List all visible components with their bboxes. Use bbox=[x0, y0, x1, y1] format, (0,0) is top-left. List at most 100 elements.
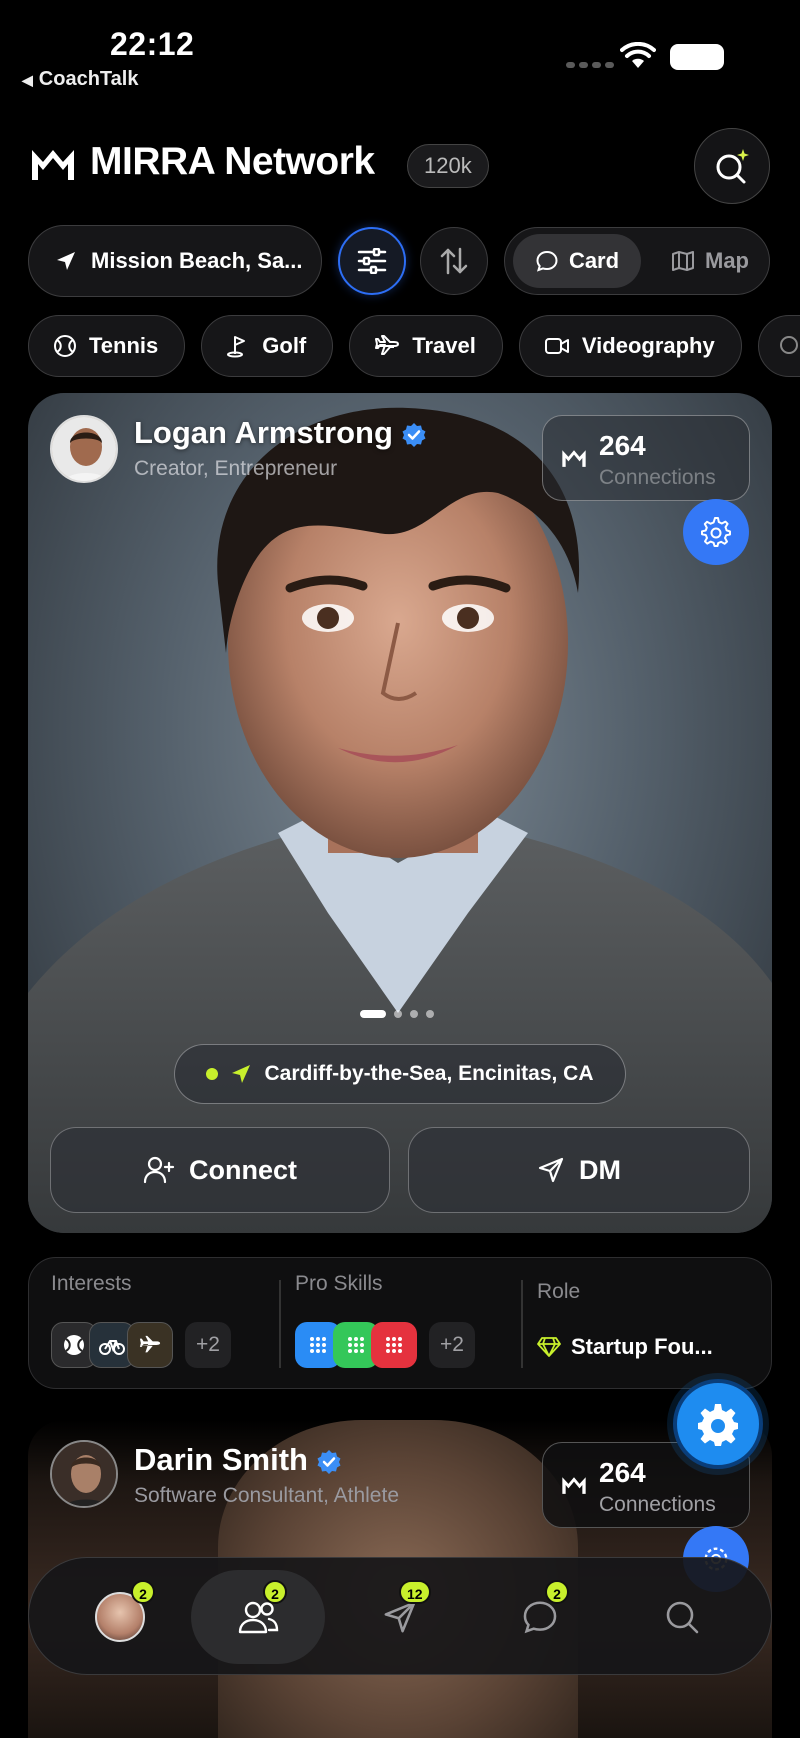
role-section: Role bbox=[537, 1280, 580, 1304]
interests-label: Interests bbox=[51, 1272, 132, 1295]
chip-golf[interactable]: Golf bbox=[201, 315, 334, 377]
diamond-icon bbox=[537, 1337, 561, 1357]
chip-label: Tennis bbox=[89, 333, 159, 358]
back-to-app-link[interactable]: ◀ CoachTalk bbox=[22, 68, 138, 91]
tab-people[interactable]: 2 bbox=[191, 1570, 325, 1664]
skills-label: Pro Skills bbox=[295, 1272, 383, 1295]
network-count-badge: 120k bbox=[407, 144, 489, 188]
chip-travel[interactable]: Travel bbox=[349, 315, 503, 377]
search-icon bbox=[666, 1601, 699, 1634]
verified-badge-icon bbox=[402, 422, 426, 447]
video-camera-icon bbox=[544, 338, 569, 354]
chat-bubble-icon bbox=[536, 250, 558, 272]
card-view-button[interactable]: Card bbox=[513, 234, 641, 288]
interest-chips: Tennis Golf Travel Videography bbox=[28, 315, 800, 377]
connections-count: 264 bbox=[599, 1457, 646, 1488]
map-view-button[interactable]: Map bbox=[657, 234, 763, 288]
view-toggle: Card Map bbox=[504, 227, 770, 295]
back-app-label: CoachTalk bbox=[38, 68, 139, 90]
profile-subtitle: Software Consultant, Athlete bbox=[134, 1484, 399, 1507]
chip-label: Golf bbox=[262, 333, 307, 358]
wifi-icon bbox=[620, 42, 656, 68]
notification-badge: 12 bbox=[399, 1580, 431, 1604]
people-icon bbox=[238, 1601, 279, 1634]
profile-settings-button[interactable] bbox=[683, 499, 749, 565]
card-view-label: Card bbox=[568, 248, 620, 273]
connections-label: Connections bbox=[599, 466, 716, 489]
sliders-icon bbox=[357, 248, 387, 274]
profile-subtitle: Creator, Entrepreneur bbox=[134, 457, 338, 480]
floating-settings-button[interactable] bbox=[673, 1379, 763, 1469]
send-icon bbox=[538, 1157, 564, 1183]
airplane-icon bbox=[375, 335, 400, 355]
interests-section: Interests bbox=[51, 1272, 132, 1296]
sort-arrows-icon bbox=[440, 247, 468, 275]
pager-dot bbox=[410, 1010, 418, 1018]
sort-button[interactable] bbox=[420, 227, 488, 295]
map-icon bbox=[672, 251, 694, 271]
airplane-icon bbox=[127, 1322, 173, 1368]
golf-flag-icon bbox=[227, 336, 246, 358]
gear-icon bbox=[698, 1404, 738, 1446]
tab-search[interactable] bbox=[615, 1570, 749, 1664]
location-arrow-icon bbox=[57, 252, 75, 270]
role-value[interactable]: Startup Fou... bbox=[537, 1334, 713, 1360]
tab-send[interactable]: 12 bbox=[333, 1570, 467, 1664]
location-selector[interactable]: Mission Beach, Sa... bbox=[28, 225, 322, 297]
chip-label: Travel bbox=[412, 333, 476, 358]
dm-label: DM bbox=[579, 1154, 621, 1185]
mirra-logo-icon bbox=[562, 1477, 586, 1494]
profile-name-text: Darin Smith bbox=[134, 1442, 308, 1477]
profile-photo bbox=[28, 407, 772, 1233]
status-bar: 22:12 ◀ CoachTalk bbox=[0, 0, 800, 100]
connect-button[interactable]: Connect bbox=[50, 1127, 390, 1213]
connect-label: Connect bbox=[189, 1154, 297, 1185]
role-label: Role bbox=[537, 1280, 581, 1303]
profile-name-text: Logan Armstrong bbox=[134, 415, 393, 450]
battery-icon bbox=[670, 44, 724, 70]
map-view-label: Map bbox=[705, 248, 749, 273]
interests-more[interactable]: +2 bbox=[185, 1322, 231, 1368]
chip-more[interactable] bbox=[757, 315, 800, 377]
grid-icon bbox=[371, 1322, 417, 1368]
location-label: Mission Beach, Sa... bbox=[91, 248, 303, 273]
tab-profile[interactable]: 2 bbox=[53, 1570, 187, 1664]
status-time: 22:12 bbox=[110, 26, 195, 62]
photo-pager[interactable] bbox=[360, 1010, 434, 1018]
chip-tennis[interactable]: Tennis bbox=[28, 315, 186, 377]
interests-icons[interactable]: +2 bbox=[51, 1322, 231, 1368]
tab-bar: 2 2 12 2 bbox=[28, 1557, 772, 1675]
filter-button[interactable] bbox=[338, 227, 406, 295]
brand-title: MIRRA Network bbox=[90, 140, 375, 183]
profile-name: Darin Smith bbox=[134, 1442, 342, 1478]
chip-label: Videography bbox=[581, 333, 715, 358]
location-pill[interactable]: Cardiff-by-the-Sea, Encinitas, CA bbox=[174, 1044, 626, 1104]
pager-dot bbox=[426, 1010, 434, 1018]
profile-info-strip: Interests +2 Pro Skills +2 Role Startup … bbox=[28, 1257, 772, 1389]
profile-name: Logan Armstrong bbox=[134, 415, 427, 451]
profile-location: Cardiff-by-the-Sea, Encinitas, CA bbox=[264, 1062, 594, 1085]
add-user-icon bbox=[143, 1156, 175, 1184]
skills-section: Pro Skills bbox=[295, 1272, 383, 1296]
connections-box[interactable]: 264 Connections bbox=[542, 415, 750, 501]
signal-icon bbox=[566, 62, 614, 68]
gear-icon bbox=[701, 517, 731, 547]
avatar[interactable] bbox=[50, 1440, 118, 1508]
tab-chat[interactable]: 2 bbox=[473, 1570, 607, 1664]
notification-badge: 2 bbox=[263, 1580, 287, 1604]
verified-badge-icon bbox=[317, 1449, 341, 1474]
connections-count: 264 bbox=[599, 430, 646, 461]
ai-search-button[interactable] bbox=[694, 128, 770, 204]
connections-label: Connections bbox=[599, 1493, 716, 1516]
avatar[interactable] bbox=[50, 415, 118, 483]
chip-videography[interactable]: Videography bbox=[518, 315, 742, 377]
skills-more[interactable]: +2 bbox=[429, 1322, 475, 1368]
profile-card[interactable]: Logan Armstrong Creator, Entrepreneur 26… bbox=[28, 393, 772, 1233]
notification-badge: 2 bbox=[545, 1580, 569, 1604]
dm-button[interactable]: DM bbox=[408, 1127, 750, 1213]
skills-icons[interactable]: +2 bbox=[295, 1322, 475, 1368]
mirra-logo-icon bbox=[32, 150, 74, 180]
tennis-ball-icon bbox=[54, 335, 76, 357]
location-arrow-icon bbox=[232, 1065, 251, 1083]
back-triangle-icon: ◀ bbox=[22, 72, 33, 88]
